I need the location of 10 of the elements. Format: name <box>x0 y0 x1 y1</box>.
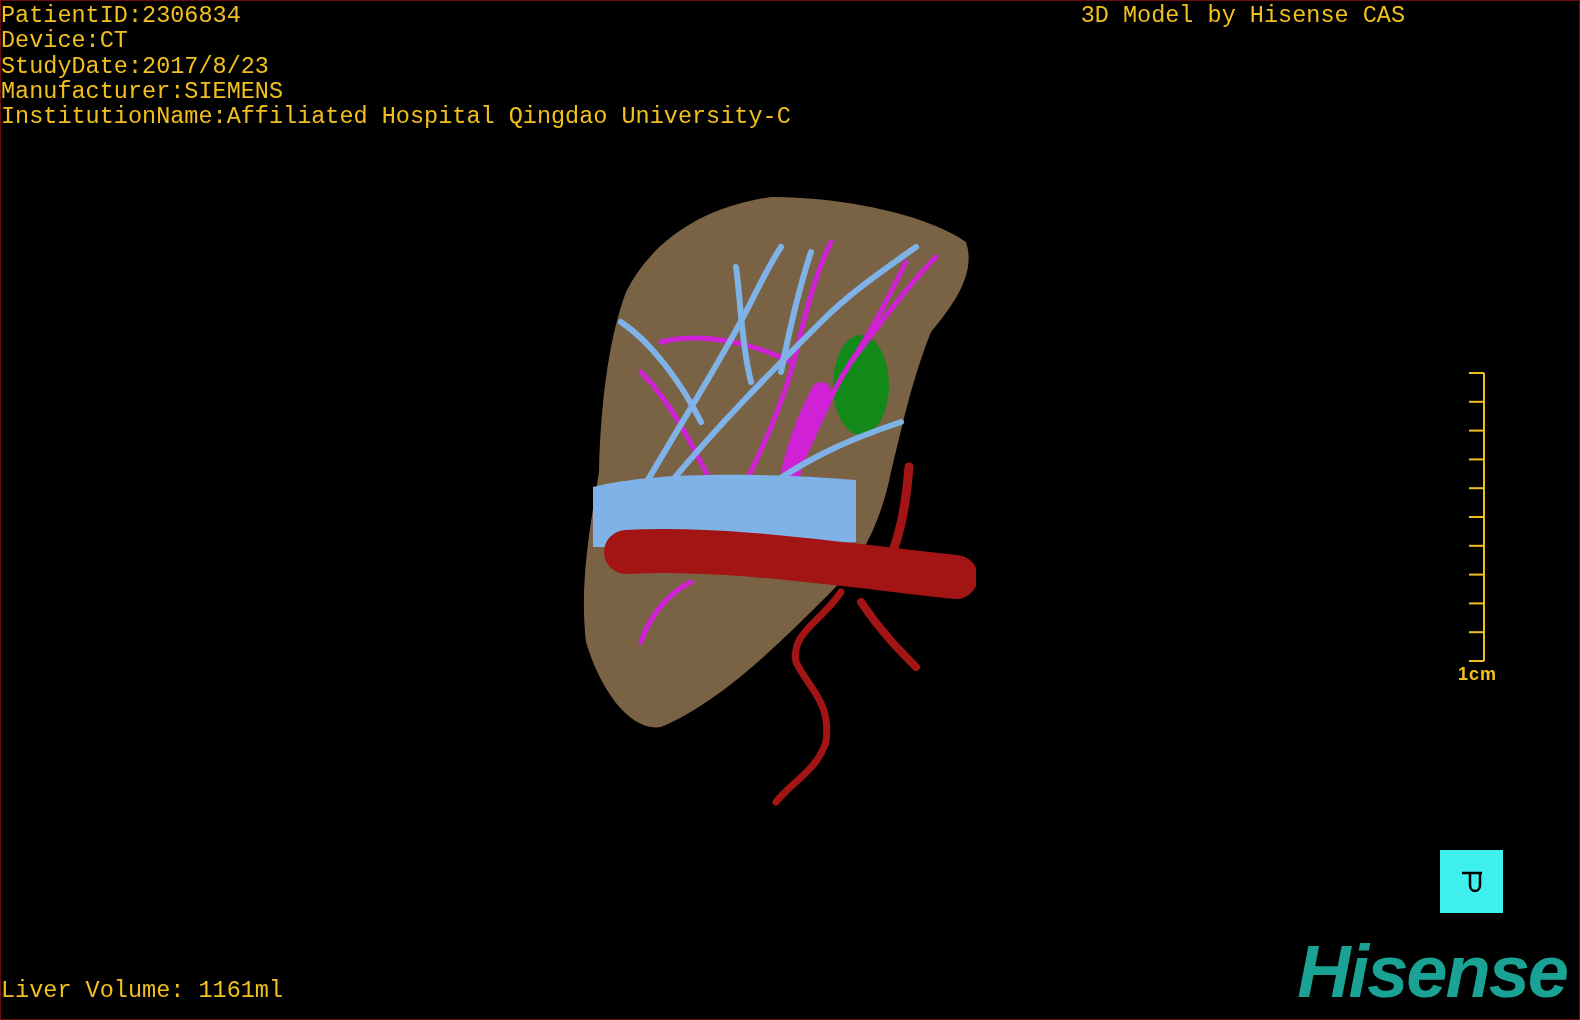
patient-info-text: Device:CT <box>1 28 129 54</box>
viewer-title: 3D Model by Hisense CAS <box>1080 3 1405 29</box>
patient-info-text: StudyDate:2017/8/23 <box>1 53 270 79</box>
liver-volume-text: Liver Volume: 1161ml <box>1 977 284 1003</box>
patient-info-text: InstitutionName:Affiliated Hospital Qingdao University-C <box>1 104 791 130</box>
scale-label: 1cm <box>1457 665 1497 684</box>
patient-info-text: Manufacturer:SIEMENS <box>1 78 285 105</box>
orientation-cube-icon[interactable] <box>1440 850 1503 913</box>
patient-info-text: PatientID:2306834 <box>1 3 242 29</box>
brand-logo: Hisense <box>1297 935 1568 1009</box>
